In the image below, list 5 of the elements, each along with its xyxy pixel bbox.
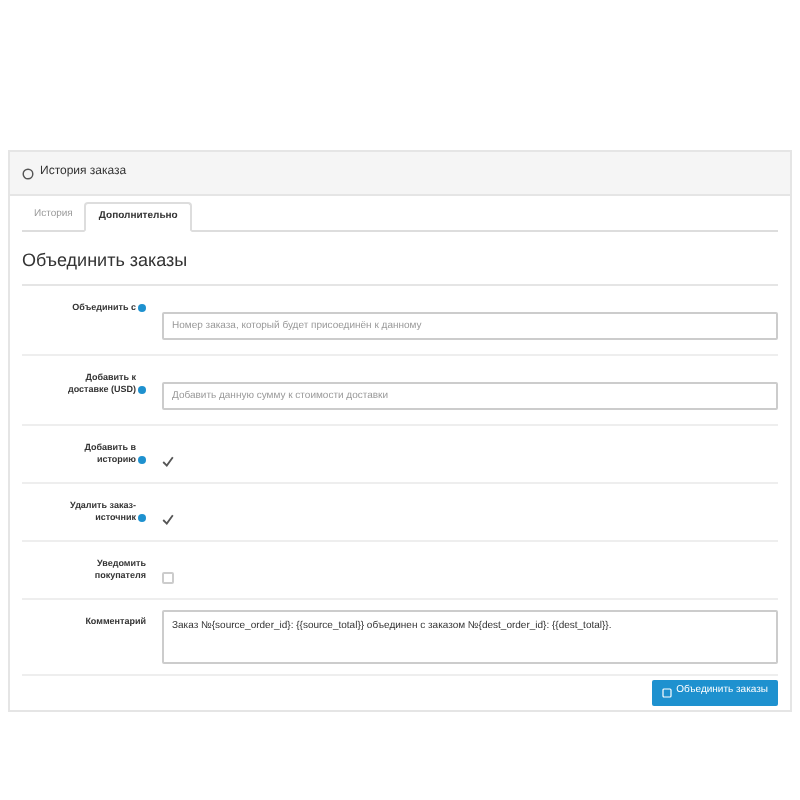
checkbox[interactable] <box>162 513 174 525</box>
checkbox[interactable] <box>162 455 174 467</box>
merge-icon <box>662 687 673 697</box>
section-title: Объединить заказы <box>22 232 778 285</box>
comment-icon <box>22 167 34 179</box>
